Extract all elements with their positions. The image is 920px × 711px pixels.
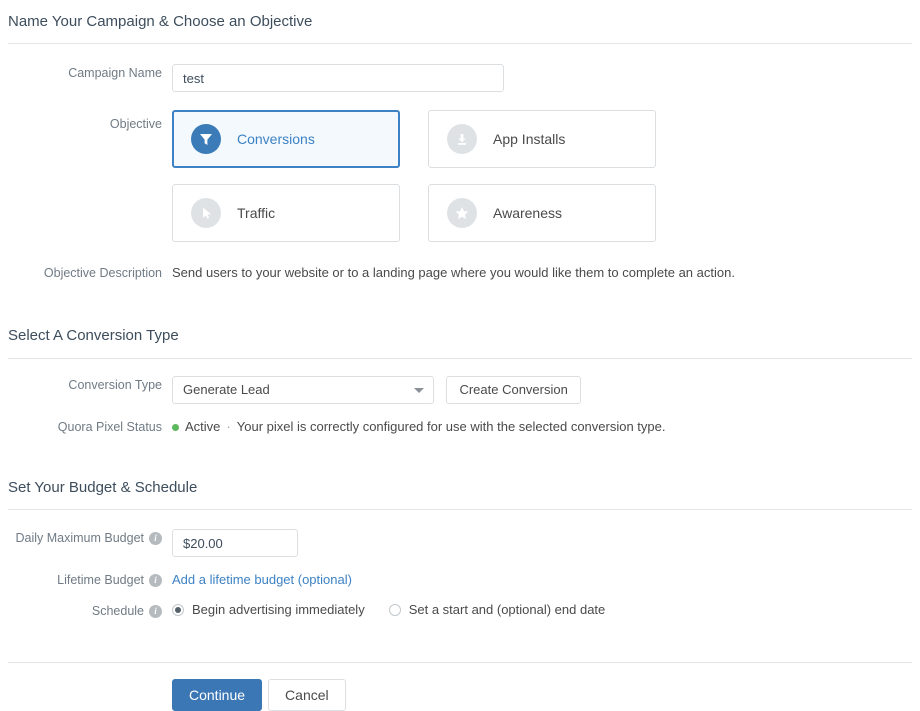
schedule-label: Schedule [91,604,144,618]
daily-budget-input[interactable] [172,529,298,557]
add-lifetime-budget-link[interactable]: Add a lifetime budget (optional) [172,572,352,587]
daily-budget-field [172,529,920,557]
pixel-status-label: Quora Pixel Status [57,420,162,434]
conversion-type-row: Conversion Type Generate Lead Create Con… [0,376,920,404]
footer-buttons: Continue Cancel [172,679,920,711]
campaign-name-label: Campaign Name [68,66,162,80]
schedule-row: Schedule i Begin advertising immediately… [0,602,920,620]
objective-description-text: Send users to your website or to a landi… [172,265,735,280]
section-divider [8,43,912,44]
funnel-icon [191,124,221,154]
section-conversion: Select A Conversion Type Conversion Type… [0,282,920,436]
objective-field: Conversions App Installs Traffic Awarene… [172,110,920,242]
section-budget: Set Your Budget & Schedule Daily Maximum… [0,436,920,620]
objective-card-label: App Installs [493,131,566,147]
schedule-radio-group: Begin advertising immediately Set a star… [172,602,920,617]
section-title-campaign: Name Your Campaign & Choose an Objective [8,13,313,30]
section-divider [8,509,912,510]
pixel-status-separator: · [226,419,231,434]
lifetime-budget-label: Lifetime Budget [57,573,144,587]
objective-card-grid: Conversions App Installs Traffic Awarene… [172,110,884,242]
objective-description-row: Objective Description Send users to your… [0,264,920,282]
conversion-type-select-wrapper[interactable]: Generate Lead [172,376,434,404]
continue-button[interactable]: Continue [172,679,263,711]
schedule-option-label: Set a start and (optional) end date [408,602,606,617]
daily-budget-label: Daily Maximum Budget [15,531,144,545]
campaign-name-input[interactable] [172,64,504,92]
section-campaign: Name Your Campaign & Choose an Objective… [0,0,920,282]
conversion-type-field: Generate Lead Create Conversion [172,376,920,404]
objective-card-app-installs[interactable]: App Installs [428,110,656,168]
objective-card-traffic[interactable]: Traffic [172,184,400,242]
objective-card-conversions[interactable]: Conversions [172,110,400,168]
objective-card-label: Traffic [237,205,276,221]
conversion-type-label: Conversion Type [68,378,162,392]
objective-card-label: Awareness [493,205,563,221]
lifetime-budget-field: Add a lifetime budget (optional) [172,571,920,589]
daily-budget-label-wrap: Daily Maximum Budget i [0,529,172,547]
schedule-field: Begin advertising immediately Set a star… [172,602,920,617]
radio-button[interactable] [388,603,401,616]
section-title-budget: Set Your Budget & Schedule [8,479,198,496]
footer-row: Continue Cancel [0,679,920,711]
schedule-option-label: Begin advertising immediately [192,602,365,617]
info-icon[interactable]: i [149,604,162,618]
cancel-button[interactable]: Cancel [268,679,346,711]
info-icon[interactable]: i [149,531,162,545]
star-icon [447,198,477,228]
campaign-creation-form: Name Your Campaign & Choose an Objective… [0,0,920,711]
form-footer: Continue Cancel [0,620,920,711]
status-dot-icon [172,423,179,431]
pixel-status-row: Quora Pixel Status Active · Your pixel i… [0,418,920,436]
lifetime-budget-label-wrap: Lifetime Budget i [0,571,172,589]
section-title-conversion: Select A Conversion Type [8,327,179,344]
schedule-label-wrap: Schedule i [0,602,172,620]
objective-row: Objective Conversions App Installs Traff… [0,110,920,242]
footer-divider [8,662,912,663]
objective-description-field: Send users to your website or to a landi… [172,264,920,282]
conversion-type-select[interactable]: Generate Lead [172,376,434,404]
objective-description-label: Objective Description [43,266,162,280]
pixel-status-detail: Your pixel is correctly configured for u… [236,419,666,434]
section-divider [8,358,912,359]
pixel-status-value: Active [185,419,221,434]
objective-card-awareness[interactable]: Awareness [428,184,656,242]
info-icon[interactable]: i [149,573,162,587]
objective-label: Objective [109,117,162,131]
status-badge: Active · Your pixel is correctly configu… [172,418,920,436]
daily-budget-row: Daily Maximum Budget i [0,529,920,557]
campaign-name-row: Campaign Name [0,64,920,92]
schedule-option-immediate[interactable]: Begin advertising immediately [172,602,365,617]
footer-actions: Continue Cancel [172,679,920,711]
schedule-option-date-range[interactable]: Set a start and (optional) end date [388,602,606,617]
cursor-icon [191,198,221,228]
objective-card-label: Conversions [237,131,315,147]
lifetime-budget-row: Lifetime Budget i Add a lifetime budget … [0,571,920,589]
download-icon [447,124,477,154]
radio-button[interactable] [172,603,184,616]
pixel-status-field: Active · Your pixel is correctly configu… [172,418,920,436]
campaign-name-field [172,64,920,92]
create-conversion-button[interactable]: Create Conversion [446,376,581,404]
